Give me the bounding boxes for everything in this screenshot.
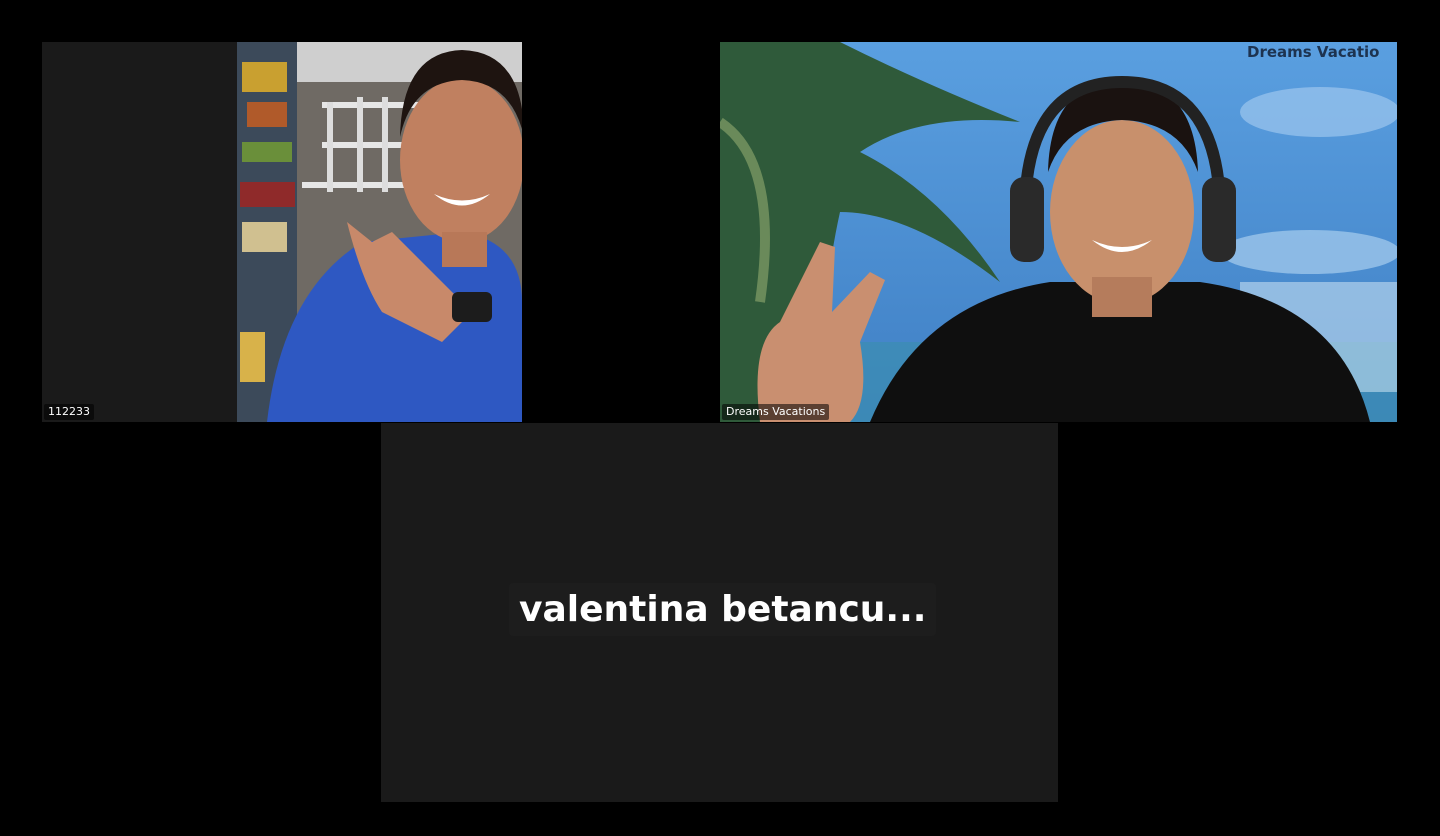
participant-tile-valentina[interactable]: valentina betancu... [381, 423, 1058, 802]
participant-tile-112233[interactable]: 112233 [42, 42, 522, 422]
participant-video-dreams-vacations: Dreams Vacatio [720, 42, 1397, 422]
participant-tile-dreams-vacations[interactable]: Dreams Vacatio Dreams Vacations [720, 42, 1397, 422]
background-brand-text: Dreams Vacatio [1247, 43, 1379, 61]
participant-name-tag: Dreams Vacations [722, 404, 830, 420]
participant-video-112233 [42, 42, 522, 422]
participant-display-name: valentina betancu... [509, 583, 937, 636]
participant-name-tag: 112233 [44, 404, 94, 420]
